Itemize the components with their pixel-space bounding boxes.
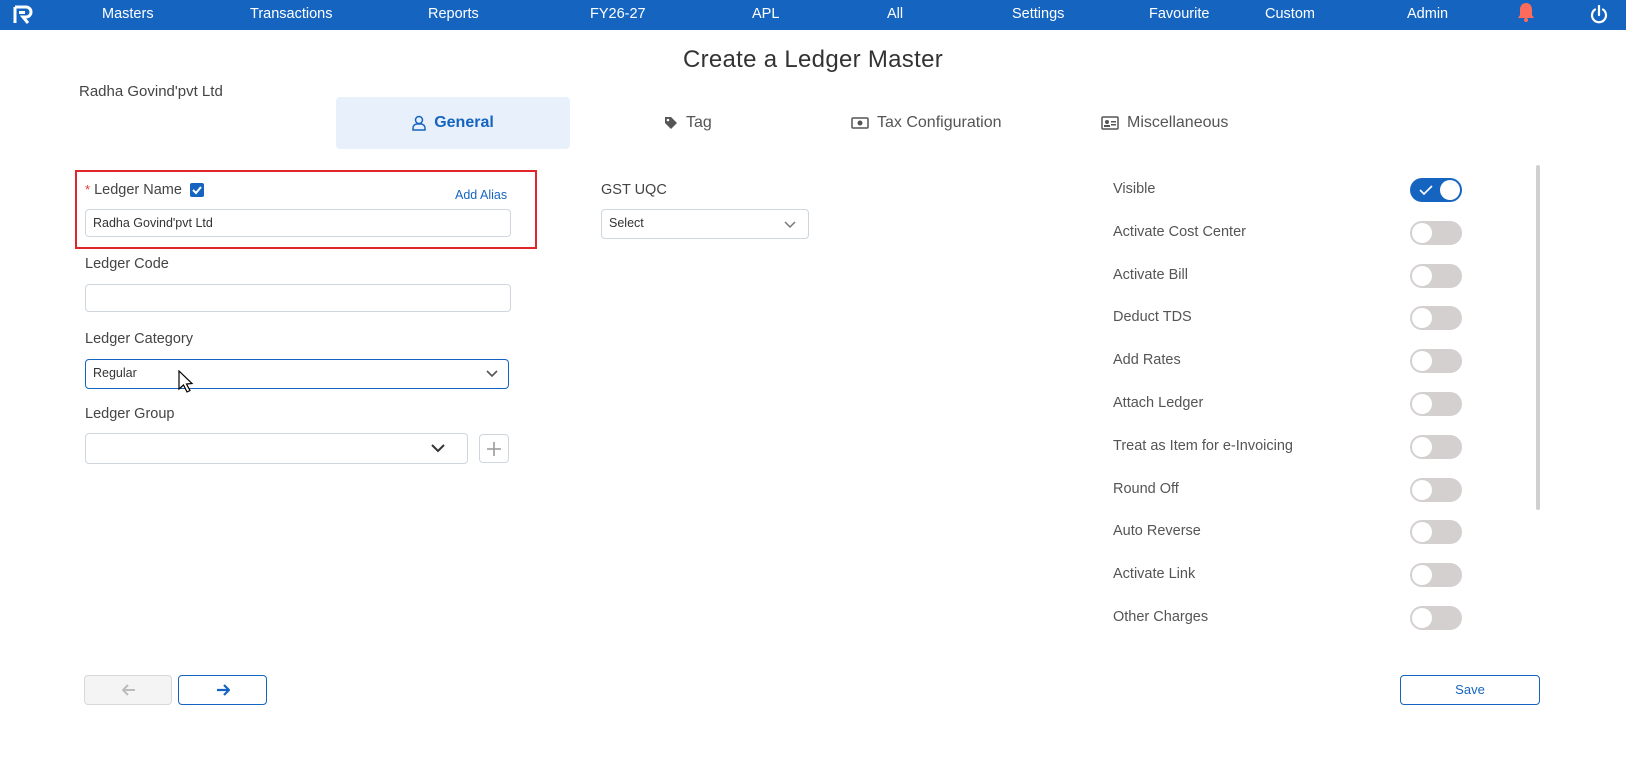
toggle-switch[interactable]: [1410, 606, 1462, 630]
chevron-down-icon: [431, 444, 445, 453]
ledger-name-input[interactable]: Radha Govind'pvt Ltd: [85, 209, 511, 237]
plus-icon: [487, 442, 501, 456]
ledger-code-label: Ledger Code: [85, 256, 169, 272]
scrollbar[interactable]: [1536, 165, 1540, 510]
toggle-knob: [1412, 266, 1432, 286]
ledger-category-value: Regular: [93, 366, 137, 380]
toggle-knob: [1412, 522, 1432, 542]
toggle-label: Deduct TDS: [1113, 309, 1192, 325]
nav-favourite[interactable]: Favourite: [1149, 0, 1209, 30]
tab-tag-label: Tag: [686, 114, 712, 131]
gst-uqc-label: GST UQC: [601, 182, 667, 198]
ledger-name-label: * Ledger Name: [85, 182, 182, 198]
toggle-knob: [1412, 308, 1432, 328]
check-icon: [1419, 185, 1433, 195]
toggle-switch[interactable]: [1410, 520, 1462, 544]
toggle-label: Activate Bill: [1113, 267, 1188, 283]
toggle-knob: [1412, 437, 1432, 457]
toggle-label: Round Off: [1113, 481, 1179, 497]
toggle-knob: [1440, 180, 1460, 200]
ledger-category-select[interactable]: Regular: [85, 359, 509, 389]
nav-reports[interactable]: Reports: [428, 0, 479, 30]
nav-admin[interactable]: Admin: [1407, 0, 1448, 30]
company-name: Radha Govind'pvt Ltd: [79, 83, 223, 100]
toggle-switch[interactable]: [1410, 392, 1462, 416]
nav-settings[interactable]: Settings: [1012, 0, 1064, 30]
nav-custom[interactable]: Custom: [1265, 0, 1315, 30]
toggle-knob: [1412, 480, 1432, 500]
toggle-label: Activate Cost Center: [1113, 224, 1246, 240]
ledger-category-label: Ledger Category: [85, 331, 194, 347]
ledger-name-label-text: Ledger Name: [94, 182, 182, 198]
tab-miscellaneous-label: Miscellaneous: [1127, 114, 1229, 131]
toggle-label: Visible: [1113, 181, 1156, 197]
id-card-icon: [1101, 116, 1119, 130]
add-ledger-group-button[interactable]: [479, 434, 509, 463]
toggle-knob: [1412, 351, 1432, 371]
save-button[interactable]: Save: [1400, 675, 1540, 705]
page-title: Create a Ledger Master: [682, 46, 944, 73]
required-mark: *: [85, 182, 91, 197]
toggle-knob: [1412, 223, 1432, 243]
toggle-switch[interactable]: [1410, 435, 1462, 459]
tab-tax-configuration[interactable]: Tax Configuration: [851, 97, 1002, 149]
ledger-name-checkbox[interactable]: [190, 183, 204, 197]
arrow-right-icon: [217, 684, 230, 696]
toggle-switch[interactable]: [1410, 563, 1462, 587]
nav-masters[interactable]: Masters: [102, 0, 154, 30]
ledger-code-input[interactable]: [85, 284, 511, 312]
mouse-cursor-icon: [178, 370, 194, 393]
nav-apl[interactable]: APL: [752, 0, 779, 30]
bell-icon[interactable]: [1515, 1, 1537, 23]
toggle-label: Auto Reverse: [1113, 523, 1201, 539]
gst-uqc-value: Select: [609, 216, 644, 230]
tab-general[interactable]: General: [336, 97, 570, 149]
nav-fiscal-year[interactable]: FY26-27: [590, 0, 646, 30]
toggle-switch[interactable]: [1410, 221, 1462, 245]
nav-all[interactable]: All: [887, 0, 903, 30]
top-nav-bar: Masters Transactions Reports FY26-27 APL…: [0, 0, 1626, 30]
next-button[interactable]: [178, 675, 267, 705]
tab-tax-configuration-label: Tax Configuration: [877, 114, 1002, 131]
toggle-knob: [1412, 608, 1432, 628]
chevron-down-icon: [784, 221, 796, 229]
toggle-switch[interactable]: [1410, 478, 1462, 502]
toggle-label: Attach Ledger: [1113, 395, 1204, 411]
gst-uqc-select[interactable]: Select: [601, 209, 809, 239]
toggle-switch[interactable]: [1410, 178, 1462, 202]
toggle-label: Other Charges: [1113, 609, 1209, 625]
tab-tag[interactable]: Tag: [664, 97, 712, 149]
tag-icon: [665, 116, 677, 129]
chevron-down-icon: [486, 370, 498, 378]
toggle-knob: [1412, 394, 1432, 414]
arrow-left-icon: [122, 684, 135, 696]
tab-miscellaneous[interactable]: Miscellaneous: [1101, 97, 1228, 149]
nav-transactions[interactable]: Transactions: [250, 0, 332, 30]
app-logo-icon[interactable]: [12, 5, 34, 25]
toggle-label: Treat as Item for e-Invoicing: [1113, 438, 1293, 454]
toggle-switch[interactable]: [1410, 306, 1462, 330]
toggle-switch[interactable]: [1410, 264, 1462, 288]
user-icon: [412, 115, 426, 131]
toggle-knob: [1412, 565, 1432, 585]
money-icon: [851, 117, 869, 129]
add-alias-link[interactable]: Add Alias: [455, 188, 507, 202]
toggle-switch[interactable]: [1410, 349, 1462, 373]
toggle-label: Activate Link: [1113, 566, 1196, 582]
toggle-label: Add Rates: [1113, 352, 1181, 368]
tab-general-label: General: [434, 114, 494, 131]
power-icon[interactable]: [1588, 4, 1610, 26]
previous-button[interactable]: [84, 675, 172, 705]
ledger-group-label: Ledger Group: [85, 406, 175, 422]
ledger-group-select[interactable]: [85, 433, 468, 464]
